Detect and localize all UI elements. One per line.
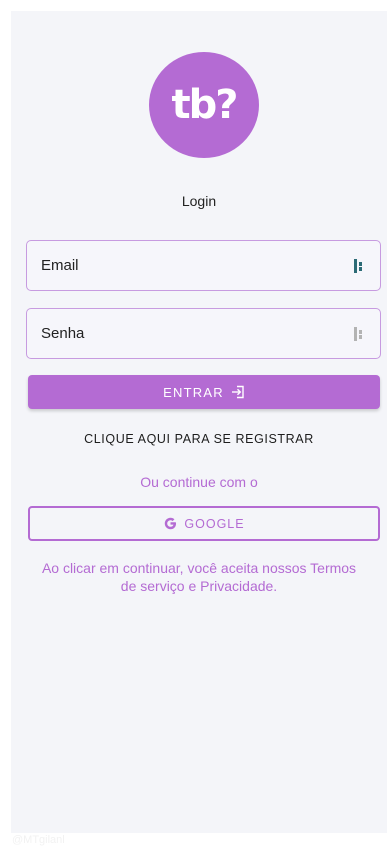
password-manager-icon[interactable] <box>354 258 366 273</box>
email-input[interactable] <box>41 257 354 274</box>
google-button-label: GOOGLE <box>184 516 245 531</box>
logo-text: tb? <box>171 82 239 128</box>
app-logo: tb? <box>149 52 259 158</box>
login-button[interactable]: ENTRAR <box>28 375 380 409</box>
google-login-button[interactable]: GOOGLE <box>28 506 380 541</box>
watermark: @MTgilanl <box>12 834 65 846</box>
google-g-icon <box>165 517 177 530</box>
login-arrow-icon <box>231 385 244 399</box>
password-manager-icon[interactable] <box>354 326 366 341</box>
terms-text: Ao clicar em continuar, você aceita noss… <box>41 560 357 594</box>
password-field-container[interactable] <box>26 308 381 359</box>
login-button-label: ENTRAR <box>163 384 224 400</box>
email-field-container[interactable] <box>26 240 381 291</box>
register-link[interactable]: CLIQUE AQUI PARA SE REGISTRAR <box>11 432 387 446</box>
continue-with-text: Ou continue com o <box>140 474 258 490</box>
password-input[interactable] <box>41 325 354 342</box>
page-title: Login <box>181 193 217 209</box>
login-screen: tb? Login ENTRAR CLIQUE AQUI PARA SE REG… <box>11 11 387 833</box>
